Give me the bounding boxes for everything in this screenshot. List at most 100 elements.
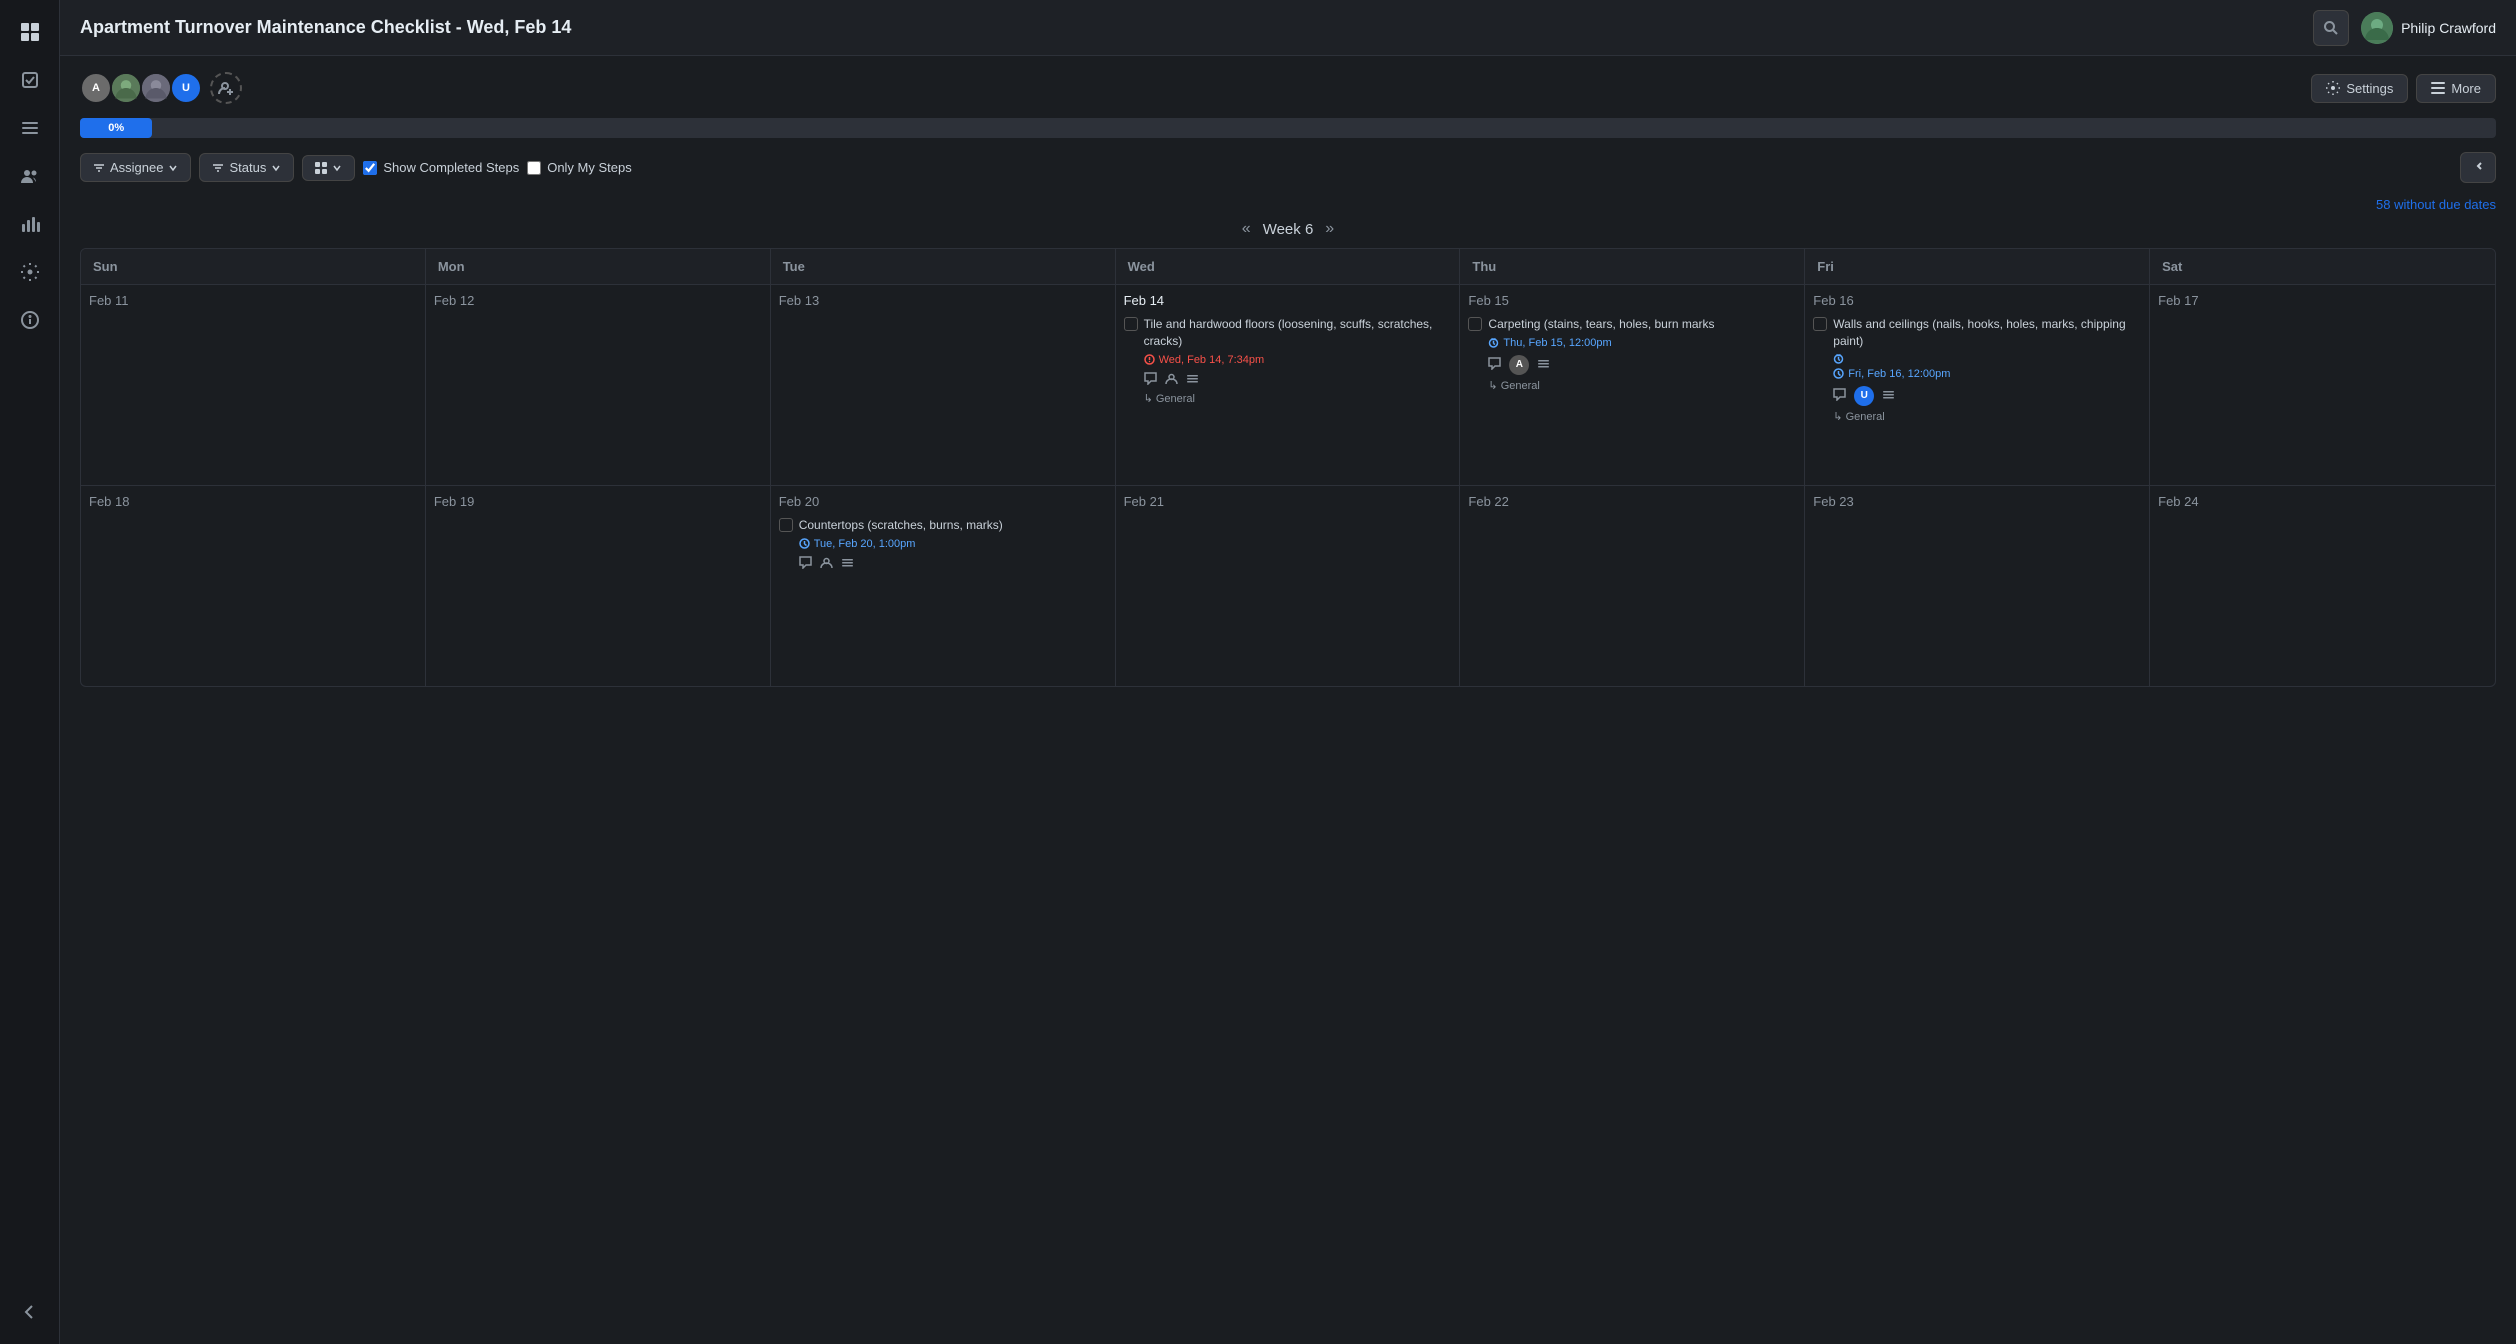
search-button[interactable] [2313, 10, 2349, 46]
date-feb17: Feb 17 [2158, 293, 2487, 308]
task-t4-assignee-icon[interactable] [820, 556, 833, 572]
task-t2-assignee[interactable]: A [1509, 355, 1529, 375]
view-chevron-icon [332, 163, 342, 173]
date-feb21: Feb 21 [1124, 494, 1452, 509]
task-t2-comment-icon[interactable] [1488, 357, 1501, 373]
settings-button[interactable]: Settings [2311, 74, 2408, 103]
sidebar-icon-people[interactable] [10, 156, 50, 196]
show-completed-label[interactable]: Show Completed Steps [363, 160, 519, 175]
show-completed-checkbox[interactable] [363, 161, 377, 175]
sidebar-icon-list[interactable] [10, 108, 50, 148]
date-feb22: Feb 22 [1468, 494, 1796, 509]
filter-icon [93, 162, 105, 174]
sidebar-icon-info[interactable] [10, 300, 50, 340]
status-filter[interactable]: Status [199, 153, 294, 182]
sidebar-icon-grid[interactable] [10, 12, 50, 52]
cell-feb16: Feb 16 Walls and ceilings (nails, hooks,… [1805, 285, 2150, 485]
overdue-icon [1144, 354, 1155, 365]
task-t4-actions [799, 556, 1003, 572]
status-chevron-icon [271, 163, 281, 173]
task-t1-actions [1144, 372, 1452, 388]
task-t4-checkbox[interactable] [779, 518, 793, 532]
next-week-button[interactable]: » [1325, 220, 1334, 238]
task-t1-due: Wed, Feb 14, 7:34pm [1144, 354, 1452, 366]
filter-bar: Assignee Status [80, 152, 2496, 183]
prev-week-button[interactable]: « [1242, 220, 1251, 238]
avatar-m[interactable] [140, 72, 172, 104]
task-t1-inner: Tile and hardwood floors (loosening, scu… [1124, 316, 1452, 405]
task-t2-menu-icon[interactable] [1537, 357, 1550, 373]
only-my-steps-label[interactable]: Only My Steps [527, 160, 632, 175]
task-t1-comment-icon[interactable] [1144, 372, 1157, 388]
task-t4-comment-icon[interactable] [799, 556, 812, 572]
calendar-row-1: Feb 11 Feb 12 Feb 13 Feb 14 [81, 285, 2495, 486]
task-t2-due-text: Thu, Feb 15, 12:00pm [1503, 337, 1611, 349]
top-actions: Settings More [2311, 74, 2496, 103]
date-feb18: Feb 18 [89, 494, 417, 509]
status-filter-label: Status [229, 160, 266, 175]
avatar-a[interactable]: A [80, 72, 112, 104]
task-t2-inner: Carpeting (stains, tears, holes, burn ma… [1468, 316, 1796, 392]
cell-feb22: Feb 22 [1460, 486, 1805, 686]
task-t1-checkbox[interactable] [1124, 317, 1138, 331]
only-my-steps-checkbox[interactable] [527, 161, 541, 175]
calendar-body: Feb 11 Feb 12 Feb 13 Feb 14 [81, 285, 2495, 686]
task-t2-section: General [1488, 379, 1714, 392]
task-t3: Walls and ceilings (nails, hooks, holes,… [1813, 316, 2141, 423]
top-header: Apartment Turnover Maintenance Checklist… [60, 0, 2516, 56]
sidebar-icon-check[interactable] [10, 60, 50, 100]
day-header-mon: Mon [426, 249, 771, 284]
day-header-sun: Sun [81, 249, 426, 284]
avatar-u[interactable]: U [170, 72, 202, 104]
task-t1: Tile and hardwood floors (loosening, scu… [1124, 316, 1452, 405]
sidebar-icon-back[interactable] [10, 1292, 50, 1332]
task-t3-assignee[interactable]: U [1854, 386, 1874, 406]
sidebar-icon-settings[interactable] [10, 252, 50, 292]
date-feb14: Feb 14 [1124, 293, 1452, 308]
view-toggle[interactable] [302, 155, 355, 181]
assignee-filter-label: Assignee [110, 160, 163, 175]
task-t2-checkbox[interactable] [1468, 317, 1482, 331]
cell-feb24: Feb 24 [2150, 486, 2495, 686]
task-t1-title: Tile and hardwood floors (loosening, scu… [1144, 316, 1452, 350]
date-feb15: Feb 15 [1468, 293, 1796, 308]
task-t3-inner: Walls and ceilings (nails, hooks, holes,… [1813, 316, 2141, 423]
task-t3-checkbox[interactable] [1813, 317, 1827, 331]
main-content: Apartment Turnover Maintenance Checklist… [60, 0, 2516, 1344]
task-t3-alarm [1833, 353, 2141, 364]
more-icon [2431, 81, 2445, 95]
collapse-button[interactable] [2460, 152, 2496, 183]
cell-feb17: Feb 17 [2150, 285, 2495, 485]
task-t2-due: Thu, Feb 15, 12:00pm [1488, 337, 1714, 349]
clock-icon-t3 [1833, 368, 1844, 379]
page-title: Apartment Turnover Maintenance Checklist… [80, 17, 571, 38]
without-due-dates[interactable]: 58 without due dates [80, 197, 2496, 212]
cell-feb20: Feb 20 Countertops (scratches, burns, ma… [771, 486, 1116, 686]
task-t1-menu-icon[interactable] [1186, 372, 1199, 388]
collapse-icon [2471, 159, 2485, 173]
date-feb13: Feb 13 [779, 293, 1107, 308]
task-t3-menu-icon[interactable] [1882, 388, 1895, 404]
task-t4-menu-icon[interactable] [841, 556, 854, 572]
day-header-wed: Wed [1116, 249, 1461, 284]
cell-feb18: Feb 18 [81, 486, 426, 686]
task-t1-assignee-icon[interactable] [1165, 372, 1178, 388]
calendar: Sun Mon Tue Wed Thu Fri Sat Feb 11 Feb 1 [80, 248, 2496, 687]
assignee-filter[interactable]: Assignee [80, 153, 191, 182]
task-t2-actions: A [1488, 355, 1714, 375]
settings-label: Settings [2346, 81, 2393, 96]
task-t4: Countertops (scratches, burns, marks) Tu… [779, 517, 1107, 572]
task-t3-comment-icon[interactable] [1833, 388, 1846, 404]
user-profile[interactable]: Philip Crawford [2361, 12, 2496, 44]
more-button[interactable]: More [2416, 74, 2496, 103]
avatar-p[interactable] [110, 72, 142, 104]
sidebar-icon-chart[interactable] [10, 204, 50, 244]
date-feb11: Feb 11 [89, 293, 417, 308]
user-name: Philip Crawford [2401, 20, 2496, 36]
day-header-fri: Fri [1805, 249, 2150, 284]
add-member-button[interactable] [210, 72, 242, 104]
date-feb19: Feb 19 [434, 494, 762, 509]
calendar-row-2: Feb 18 Feb 19 Feb 20 Counterto [81, 486, 2495, 686]
week-label: Week 6 [1263, 221, 1314, 238]
show-completed-text: Show Completed Steps [383, 160, 519, 175]
